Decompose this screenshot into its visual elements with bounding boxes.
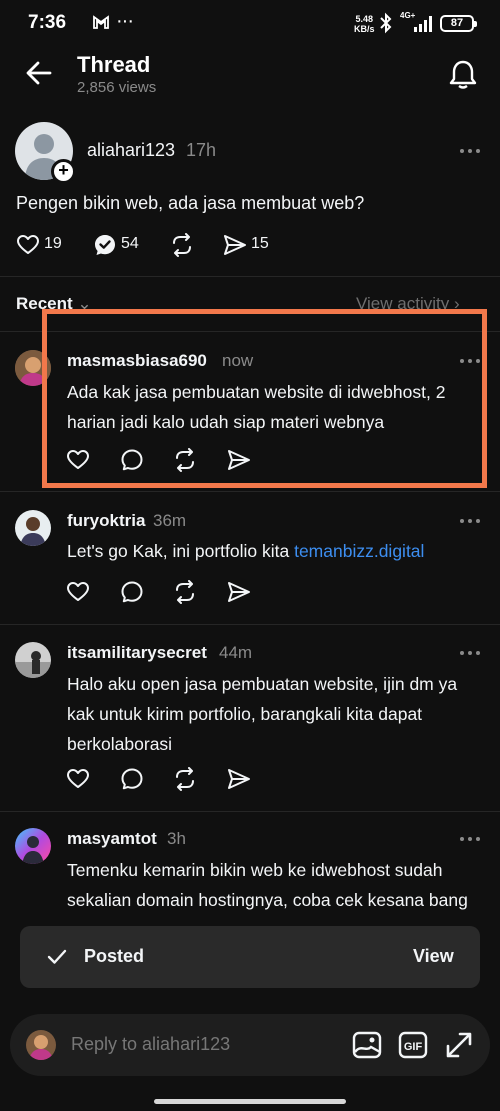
back-arrow-icon[interactable] xyxy=(24,58,54,88)
status-time: 7:36 xyxy=(28,12,67,33)
share-button[interactable]: 15 xyxy=(223,233,273,257)
bluetooth-icon xyxy=(380,12,392,34)
divider xyxy=(0,491,500,492)
portfolio-link[interactable]: temanbizz.digital xyxy=(294,541,424,561)
current-user-avatar xyxy=(26,1030,56,1060)
image-icon[interactable] xyxy=(352,1030,382,1060)
posted-toast: Posted View xyxy=(20,926,480,988)
repost-button[interactable] xyxy=(170,233,194,257)
page-title: Thread xyxy=(77,52,151,77)
divider xyxy=(0,624,500,625)
gmail-icon xyxy=(93,15,109,29)
check-icon xyxy=(47,949,67,964)
repost-icon xyxy=(173,233,191,257)
divider xyxy=(0,811,500,812)
more-icon[interactable] xyxy=(459,147,481,155)
repost-icon[interactable] xyxy=(173,767,197,791)
signal-icon xyxy=(414,16,432,32)
reply-username[interactable]: masyamtot xyxy=(67,829,157,849)
reply-username[interactable]: furyoktria xyxy=(67,511,145,531)
reply-timestamp: 44m xyxy=(219,643,253,662)
post-author-username[interactable]: aliahari123 xyxy=(87,140,175,161)
reply-username[interactable]: itsamilitarysecret xyxy=(67,643,207,663)
post-text: Pengen bikin web, ada jasa membuat web? xyxy=(16,193,365,213)
comment-icon[interactable] xyxy=(120,580,144,604)
heart-icon xyxy=(17,235,39,254)
send-icon[interactable] xyxy=(227,580,251,604)
reply-avatar[interactable] xyxy=(15,510,51,546)
gif-icon[interactable]: GIF xyxy=(398,1030,428,1060)
highlight-box xyxy=(42,309,487,488)
like-count: 19 xyxy=(44,235,62,252)
svg-text:GIF: GIF xyxy=(404,1041,423,1053)
repost-icon[interactable] xyxy=(173,580,197,604)
replies-button[interactable]: 54 xyxy=(93,233,143,257)
reply-text: Halo aku open jasa pembuatan website, ij… xyxy=(67,674,458,754)
divider xyxy=(0,276,500,277)
reply-composer[interactable]: Reply to aliahari123 GIF xyxy=(10,1014,490,1076)
reply-avatar[interactable] xyxy=(15,828,51,864)
status-bar: 7:36 ··· 5.48 KB/s 4G+ 87 xyxy=(0,0,500,48)
expand-icon[interactable] xyxy=(444,1030,474,1060)
reply-text: Let's go Kak, ini portfolio kita temanbi… xyxy=(67,541,425,561)
more-notifications-icon: ··· xyxy=(116,10,134,32)
toast-message: Posted xyxy=(84,946,145,966)
post-timestamp: 17h xyxy=(186,140,217,160)
battery-icon: 87 xyxy=(440,15,477,32)
reply-avatar[interactable] xyxy=(15,642,51,678)
more-icon[interactable] xyxy=(459,517,481,525)
heart-icon[interactable] xyxy=(66,767,90,791)
send-icon xyxy=(224,235,246,255)
comment-icon[interactable] xyxy=(120,767,144,791)
views-count: 2,856 views xyxy=(77,79,157,96)
net-speed: 5.48 KB/s xyxy=(354,14,375,34)
replied-comment-icon xyxy=(95,235,115,255)
like-button[interactable]: 19 xyxy=(16,233,66,257)
heart-icon[interactable] xyxy=(66,580,90,604)
toast-view-button[interactable]: View xyxy=(413,946,454,967)
follow-plus-icon[interactable]: + xyxy=(51,159,76,184)
send-icon[interactable] xyxy=(227,767,251,791)
reply-count: 54 xyxy=(121,235,139,252)
more-icon[interactable] xyxy=(459,649,481,657)
bell-icon[interactable] xyxy=(448,58,478,90)
more-icon[interactable] xyxy=(459,835,481,843)
reply-timestamp: 3h xyxy=(167,829,186,848)
reply-input[interactable]: Reply to aliahari123 xyxy=(71,1034,230,1055)
home-indicator[interactable] xyxy=(154,1099,346,1104)
reply-timestamp: 36m xyxy=(153,511,187,530)
share-count: 15 xyxy=(251,235,269,252)
reply-text: Temenku kemarin bikin web ke idwebhost s… xyxy=(67,860,468,910)
